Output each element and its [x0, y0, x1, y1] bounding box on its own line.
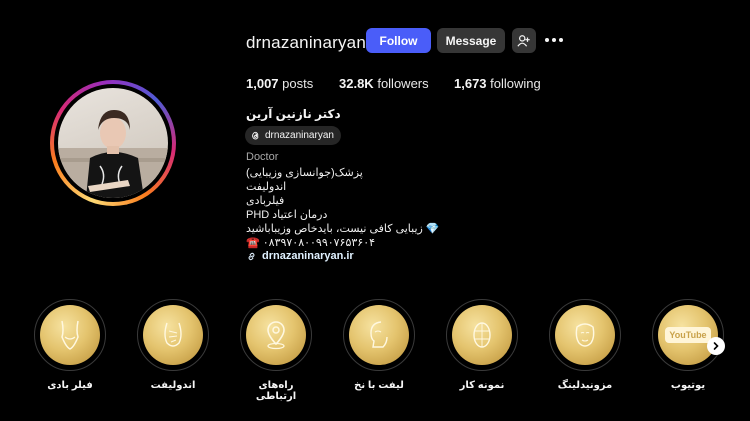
threads-badge[interactable]: drnazaninaryan [245, 126, 341, 145]
following-count: 1,673 [454, 76, 487, 91]
message-button[interactable]: Message [437, 28, 505, 53]
highlight-cover [40, 305, 100, 365]
face-lines-icon [164, 322, 182, 347]
suggested-users-button[interactable] [512, 28, 536, 53]
highlight-item[interactable]: اندولیفت [135, 299, 211, 391]
profile-avatar-ring[interactable] [50, 80, 176, 206]
highlight-ring: YouTube [652, 299, 724, 371]
highlight-item[interactable]: لیفت با نخ [341, 299, 417, 391]
highlight-item[interactable]: فیلر بادی [32, 299, 108, 391]
highlight-label: راه‌های ارتباطی [255, 380, 297, 402]
highlights-next-button[interactable] [707, 337, 725, 355]
highlight-cover [349, 305, 409, 365]
highlight-ring [34, 299, 106, 371]
more-options-icon[interactable] [545, 33, 565, 47]
followers-stat[interactable]: 32.8K followers [339, 76, 429, 91]
following-stat[interactable]: 1,673 following [454, 76, 541, 91]
highlight-label: لیفت با نخ [354, 380, 404, 391]
bio-line: PHD درمان اعتیاد [246, 209, 328, 221]
followers-label: followers [377, 76, 429, 91]
posts-label: posts [282, 76, 314, 91]
highlight-cover [555, 305, 615, 365]
needle-face-icon [575, 323, 595, 347]
face-grid-icon [473, 322, 491, 348]
youtube-icon: YouTube [665, 327, 711, 343]
followers-count: 32.8K [339, 76, 374, 91]
highlight-ring [549, 299, 621, 371]
profile-username: drnazaninaryan [246, 33, 366, 52]
bio-line: 💎 زیبایی کافی نیست، بایدخاص وزیباباشید [246, 223, 440, 235]
highlight-label: نمونه کار [459, 380, 505, 391]
follow-button[interactable]: Follow [366, 28, 431, 53]
face-profile-icon [370, 321, 388, 348]
bio-line: پزشک(جوانسازی وزیبایی) [246, 167, 363, 179]
profile-category: Doctor [246, 151, 279, 163]
location-pin-icon [267, 321, 285, 350]
highlight-cover [143, 305, 203, 365]
posts-stat: 1,007 posts [246, 76, 313, 91]
following-label: following [490, 76, 541, 91]
body-silhouette-icon [61, 320, 79, 350]
bio-line: ☎️ ۰۸۳۹۷۰۸۰۰۹۹۰۷۶۵۳۶۰۴ [246, 237, 376, 249]
avatar-portrait-icon [58, 110, 168, 198]
posts-count: 1,007 [246, 76, 279, 91]
bio-line: فیلربادی [246, 195, 285, 207]
highlight-ring [343, 299, 415, 371]
add-user-icon [517, 34, 530, 47]
highlight-cover [246, 305, 306, 365]
chevron-right-icon [713, 342, 719, 350]
highlight-cover: YouTube [658, 305, 718, 365]
highlight-label: مزونیدلینگ [557, 380, 613, 391]
bio-line: اندولیفت [246, 181, 287, 193]
highlight-ring [446, 299, 518, 371]
highlight-ring [240, 299, 312, 371]
highlight-item[interactable]: راه‌های ارتباطی [238, 299, 314, 402]
profile-website-link[interactable]: drnazaninaryan.ir [246, 250, 354, 262]
highlight-cover [452, 305, 512, 365]
highlight-item[interactable]: نمونه کار [444, 299, 520, 391]
highlight-label: یوتیوب [670, 380, 706, 391]
threads-handle: drnazaninaryan [265, 130, 334, 141]
website-link-text: drnazaninaryan.ir [262, 250, 354, 262]
profile-full-name: دکتر نازنین آرین [246, 107, 341, 121]
profile-avatar[interactable] [58, 88, 168, 198]
threads-icon [252, 131, 259, 140]
highlight-item[interactable]: مزونیدلینگ [547, 299, 623, 391]
highlight-label: فیلر بادی [47, 380, 93, 391]
link-icon [248, 252, 255, 260]
highlight-label: اندولیفت [150, 380, 196, 391]
highlight-ring [137, 299, 209, 371]
